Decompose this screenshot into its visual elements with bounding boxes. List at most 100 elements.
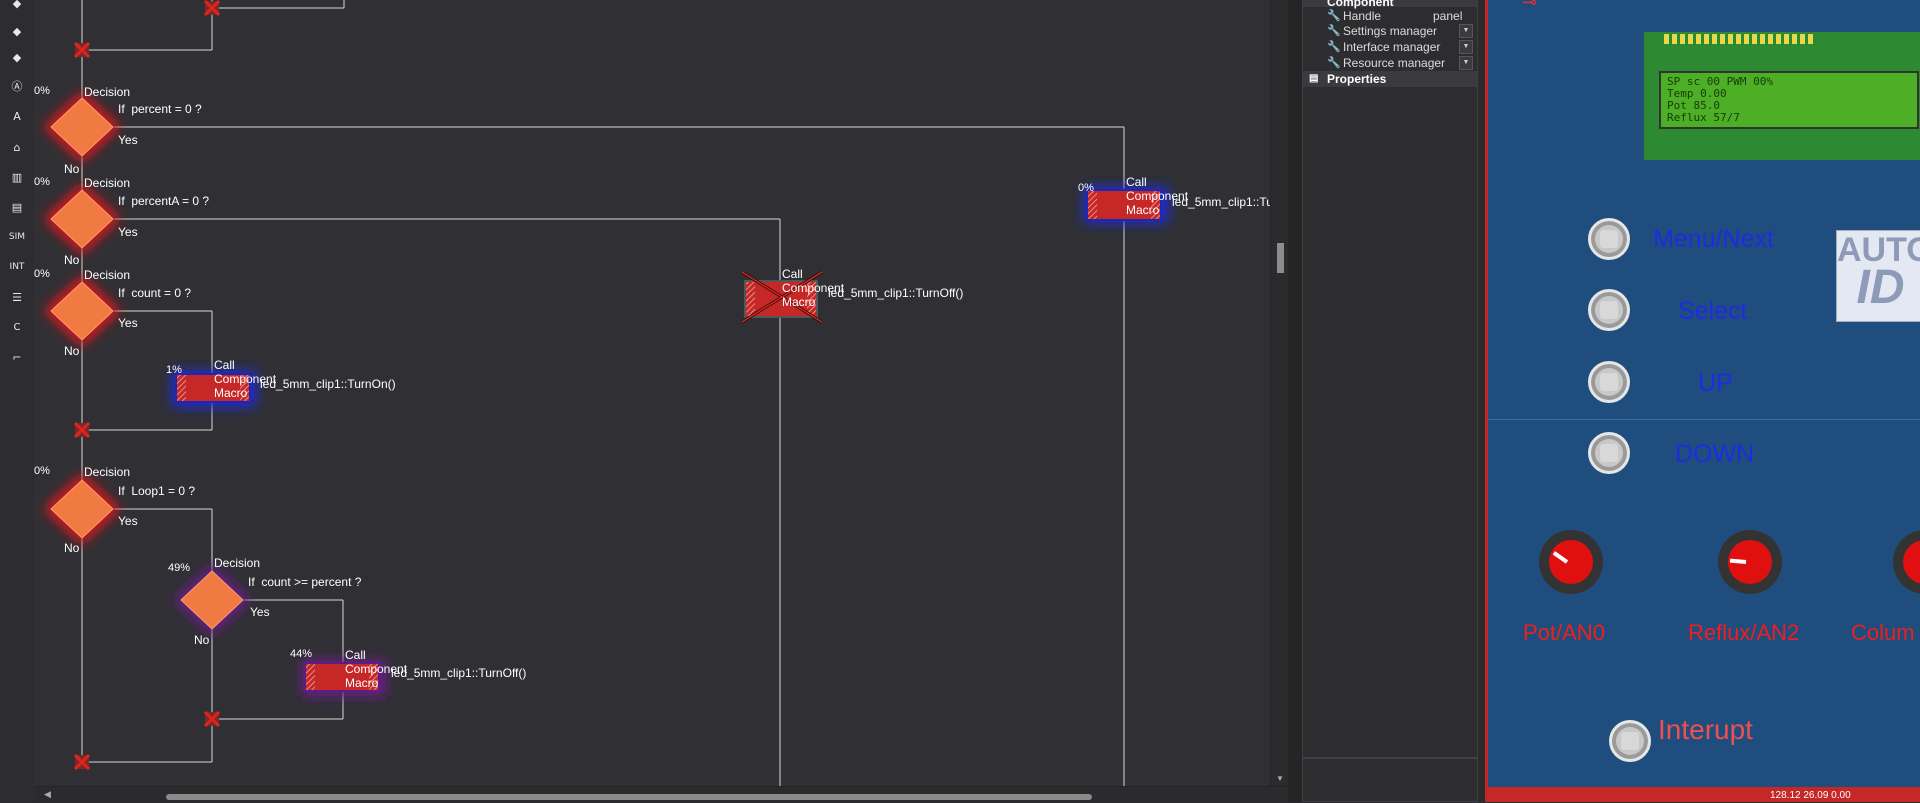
wrench-icon: 🔧	[1327, 41, 1341, 53]
down-button[interactable]	[1588, 432, 1630, 474]
icon-toolbar: ◆ ◆ ◆ Ⓐ A ⌂ ▥ ▤ SIM INT ☰ C ⌐	[0, 0, 35, 802]
switch-icon[interactable]: ◆	[5, 20, 29, 42]
macro-boxes	[175, 189, 1162, 692]
column-knob[interactable]	[1893, 530, 1920, 594]
simulation-icon[interactable]: SIM	[5, 226, 29, 248]
prop-row-settings[interactable]: 🔧 Settings manager ▼	[1303, 23, 1477, 38]
percent-label: 0%	[34, 465, 50, 477]
comment-icon[interactable]: C	[5, 316, 29, 338]
percent-label: 0%	[34, 176, 50, 188]
panel-divider	[1488, 419, 1920, 420]
no-label: No	[64, 253, 80, 267]
yes-label: Yes	[118, 514, 138, 528]
percent-label: 1%	[166, 364, 182, 376]
decision-condition: If percent = 0 ?	[118, 102, 202, 116]
percent-label: 44%	[290, 648, 313, 660]
input-output-icon[interactable]: INT	[5, 256, 29, 278]
properties-section-header[interactable]: ▤ Properties	[1303, 71, 1477, 87]
no-label: No	[64, 344, 80, 358]
prop-row-interface[interactable]: 🔧 Interface manager ▼	[1303, 39, 1477, 54]
properties-footer	[1302, 758, 1478, 802]
select-button[interactable]	[1588, 289, 1630, 331]
macro-glows	[172, 187, 1168, 696]
pot-an0-label: Pot/AN0	[1523, 620, 1605, 645]
down-label: DOWN	[1675, 440, 1755, 468]
menu-next-button[interactable]	[1588, 218, 1630, 260]
scroll-down-arrow-icon[interactable]: ▼	[1276, 774, 1284, 783]
probe-icon[interactable]: ⊸	[1522, 0, 1537, 13]
lcd-pins	[1664, 34, 1814, 44]
decision-title: Decision	[84, 85, 131, 99]
component-section-header[interactable]: Component	[1303, 0, 1477, 9]
dropdown-arrow-icon[interactable]: ▼	[1459, 23, 1473, 38]
decision-title: Decision	[84, 268, 131, 282]
properties-panel: Component 🔧 Handle panel 🔧 Settings mana…	[1302, 0, 1478, 758]
no-label: No	[64, 541, 80, 555]
yes-label: Yes	[118, 133, 138, 147]
lcd-line-4: Reflux 57/7	[1667, 111, 1740, 124]
flowchart-canvas[interactable]: 0% Decision If percent = 0 ? Yes No 0% D…	[34, 0, 1277, 786]
no-label: No	[194, 633, 210, 647]
c-code-icon[interactable]: ☰	[5, 286, 29, 308]
decision-condition: If Loop1 = 0 ?	[118, 484, 196, 498]
up-label: UP	[1698, 369, 1733, 397]
percent-label: 0%	[34, 268, 50, 280]
decision-condition: If count >= percent ?	[248, 575, 362, 589]
macro-call: led_5mm_clip1::TurnOn()	[260, 377, 396, 391]
calculation-icon[interactable]: Ⓐ	[5, 75, 29, 97]
wrench-icon: 🔧	[1327, 57, 1341, 69]
menu-next-label: Menu/Next	[1653, 225, 1774, 253]
bracket-icon[interactable]: ⌐	[5, 346, 29, 368]
properties-icon: ▤	[1309, 73, 1319, 84]
status-text: 128.12 26.09 0.00	[1770, 790, 1851, 801]
reflux-an2-knob[interactable]	[1718, 530, 1782, 594]
yes-label: Yes	[118, 316, 138, 330]
decision-shape	[50, 189, 114, 249]
horizontal-scrollbar[interactable]: ◀	[34, 786, 1288, 803]
interrupt-label: Interupt	[1658, 714, 1753, 745]
dropdown-arrow-icon[interactable]: ▼	[1459, 39, 1473, 54]
wrench-icon: 🔧	[1327, 25, 1341, 37]
lcd-screen: SP sc 00 PWM 00% Temp 0.00 Pot 85.0 Refl…	[1659, 71, 1919, 129]
autoid-logo: AUTO ID	[1836, 230, 1920, 322]
macro-call: led_5mm_clip1::TurnOff()	[391, 666, 527, 680]
prop-row-handle[interactable]: 🔧 Handle panel	[1303, 8, 1477, 23]
decision-shape	[50, 479, 114, 539]
decision-condition: If percentA = 0 ?	[118, 194, 210, 208]
horizontal-scroll-thumb[interactable]	[166, 794, 1092, 800]
no-label: No	[64, 162, 80, 176]
interrupt-icon[interactable]: ▤	[5, 196, 29, 218]
decision-title: Decision	[214, 556, 261, 570]
decision-icon[interactable]: ◆	[5, 0, 29, 14]
dropdown-arrow-icon[interactable]: ▼	[1459, 55, 1473, 70]
decision-title: Decision	[84, 176, 131, 190]
loop-icon[interactable]: ⌂	[5, 136, 29, 158]
component-icon[interactable]: ▥	[5, 166, 29, 188]
interrupt-button[interactable]	[1609, 720, 1651, 762]
select-label: Select	[1678, 297, 1748, 325]
decision-condition: If count = 0 ?	[118, 286, 192, 300]
decision-shape	[180, 570, 244, 630]
scroll-left-arrow-icon[interactable]: ◀	[44, 789, 51, 800]
panel-splitter[interactable]	[1288, 0, 1302, 802]
decision-shape	[50, 97, 114, 157]
simulation-panel: ⊸ SP sc 00 PWM 00% Temp 0.00 Pot 85.0 Re…	[1485, 0, 1920, 790]
yes-label: Yes	[250, 605, 270, 619]
up-button[interactable]	[1588, 361, 1630, 403]
column-label: Colum	[1851, 620, 1915, 645]
reflux-an2-label: Reflux/AN2	[1688, 620, 1800, 645]
component-macro-icon[interactable]: A	[5, 105, 29, 127]
decision-title: Decision	[84, 465, 131, 479]
pot-an0-knob[interactable]	[1539, 530, 1603, 594]
percent-label: 49%	[168, 562, 191, 574]
vertical-scrollbar[interactable]: ▼	[1270, 0, 1289, 786]
macro-call: led_5mm_clip1::Tu	[1172, 195, 1273, 209]
yes-label: Yes	[118, 225, 138, 239]
prop-row-resource[interactable]: 🔧 Resource manager ▼	[1303, 55, 1477, 70]
decision-shape	[50, 281, 114, 341]
vertical-scroll-thumb[interactable]	[1277, 243, 1284, 273]
percent-label: 0%	[34, 85, 50, 97]
connection-point-icon[interactable]: ◆	[5, 46, 29, 68]
macro-call: led_5mm_clip1::TurnOff()	[828, 286, 964, 300]
panel-status-bar: 128.12 26.09 0.00	[1485, 790, 1920, 802]
